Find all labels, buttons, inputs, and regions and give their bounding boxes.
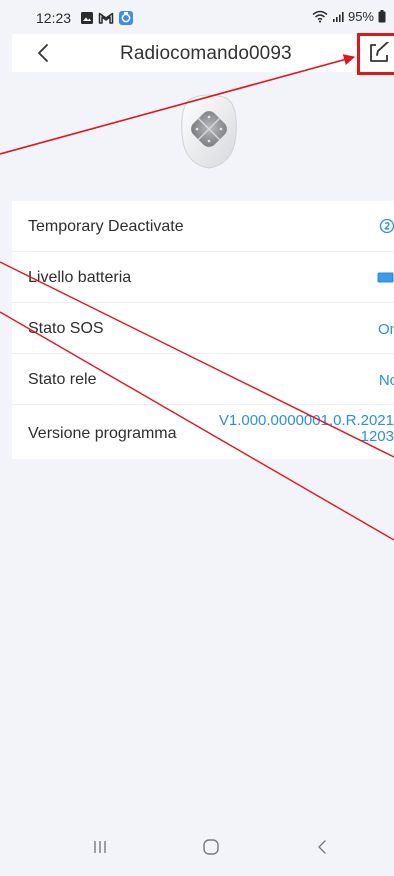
app-header: Radiocomando0093 bbox=[12, 34, 394, 72]
device-info-list: Temporary Deactivate Livello batteria St… bbox=[12, 201, 394, 459]
battery-status-icon bbox=[378, 10, 386, 23]
back-button[interactable] bbox=[30, 40, 56, 66]
row-label: Temporary Deactivate bbox=[28, 218, 184, 235]
row-value: V1.000.0000001.0.R.2021 1203 bbox=[194, 413, 394, 445]
circled-number-icon bbox=[379, 218, 394, 234]
edit-button[interactable] bbox=[368, 38, 394, 68]
row-stato-sos: Stato SOS On bbox=[12, 303, 394, 354]
app-screen: 12:23 95% Radiocomando0093 Temporary Dea… bbox=[0, 0, 394, 876]
nav-back-button[interactable] bbox=[302, 832, 342, 862]
row-label: Livello batteria bbox=[28, 269, 132, 286]
page-title: Radiocomando0093 bbox=[120, 43, 292, 64]
remote-control-image bbox=[181, 94, 237, 169]
row-stato-rele: Stato rele No bbox=[12, 354, 394, 405]
home-button[interactable] bbox=[191, 832, 231, 862]
row-label: Versione programma bbox=[28, 425, 177, 442]
signal-icon bbox=[332, 11, 344, 22]
status-time: 12:23 bbox=[36, 10, 72, 26]
row-value: On bbox=[377, 321, 394, 338]
row-label: Stato rele bbox=[28, 371, 97, 388]
system-navigation-bar bbox=[0, 820, 394, 876]
chevron-left-icon bbox=[38, 44, 48, 62]
row-temporary-deactivate[interactable]: Temporary Deactivate bbox=[12, 201, 394, 252]
version-line-1: V1.000.0000001.0.R.2021 bbox=[218, 412, 394, 429]
version-line-2: 1203 bbox=[360, 428, 394, 445]
gallery-icon bbox=[81, 12, 93, 24]
status-bar: 12:23 95% bbox=[0, 0, 394, 34]
notification-icons bbox=[80, 10, 134, 26]
recents-button[interactable] bbox=[80, 832, 120, 862]
home-icon bbox=[203, 839, 219, 855]
battery-icon bbox=[377, 272, 394, 283]
system-status-icons: 95% bbox=[312, 9, 386, 24]
row-versione-programma: Versione programma V1.000.0000001.0.R.20… bbox=[12, 405, 394, 459]
row-livello-batteria: Livello batteria bbox=[12, 252, 394, 303]
row-label: Stato SOS bbox=[28, 320, 104, 337]
recents-icon bbox=[94, 841, 106, 853]
battery-percent: 95% bbox=[347, 9, 374, 24]
gmail-icon bbox=[98, 12, 114, 24]
row-value: No bbox=[378, 372, 394, 389]
edit-icon bbox=[370, 42, 390, 62]
app-notification-icon bbox=[119, 11, 133, 25]
nav-back-icon bbox=[318, 840, 326, 854]
wifi-icon bbox=[312, 10, 328, 23]
